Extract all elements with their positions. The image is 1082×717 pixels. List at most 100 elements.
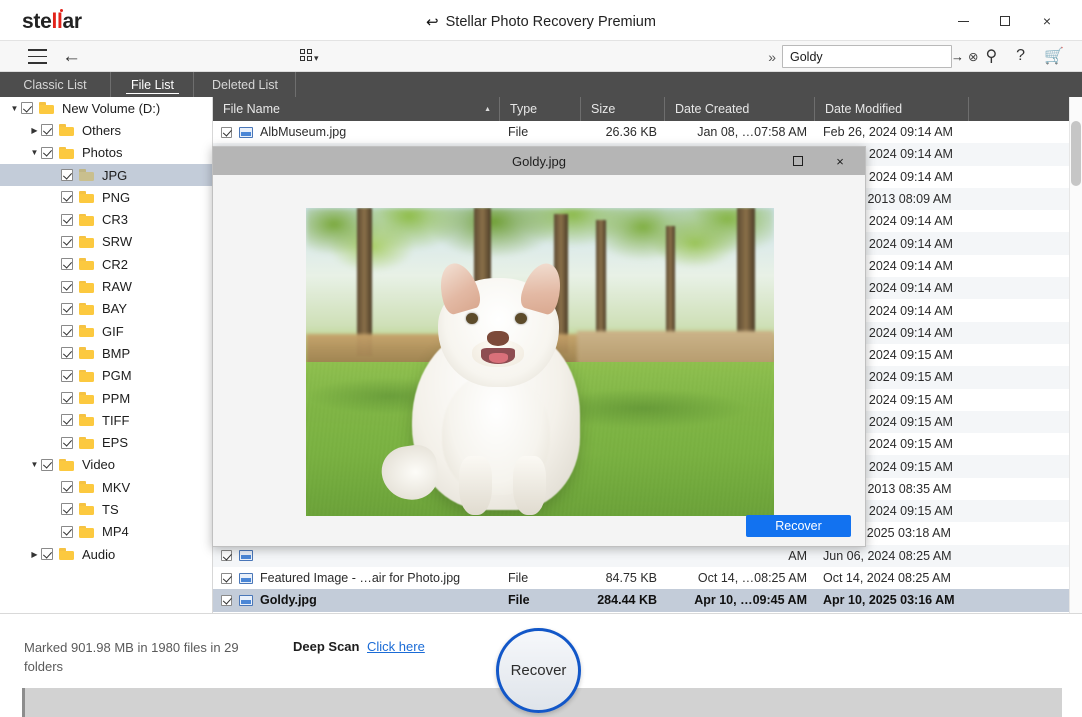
- folder-icon: [79, 414, 95, 426]
- tree-item-mp4[interactable]: MP4: [0, 521, 212, 543]
- date-created-cell: AM: [665, 549, 815, 563]
- tree-item-label: Video: [82, 457, 115, 472]
- tree-item-audio[interactable]: Audio: [0, 543, 212, 565]
- close-button[interactable]: ×: [1026, 8, 1068, 34]
- column-header-file-name[interactable]: File Name▲: [213, 97, 500, 121]
- tree-checkbox[interactable]: [61, 370, 73, 382]
- folder-tree-sidebar[interactable]: New Volume (D:)OthersPhotosJPGPNG CR3 SRWC…: [0, 97, 213, 613]
- column-header-date-modified[interactable]: Date Modified: [815, 97, 969, 121]
- maximize-button[interactable]: [984, 8, 1026, 34]
- tree-checkbox[interactable]: [61, 437, 73, 449]
- tree-item-jpg[interactable]: JPG: [0, 164, 212, 186]
- search-box[interactable]: → ⊗: [782, 45, 952, 68]
- tab-file-list[interactable]: File List: [112, 72, 194, 97]
- expand-icon[interactable]: »: [768, 49, 774, 65]
- tree-item-raw[interactable]: RAW: [0, 275, 212, 297]
- chevron-down-icon[interactable]: [8, 104, 21, 113]
- tree-item-label: RAW: [102, 279, 132, 294]
- file-size-cell: 284.44 KB: [581, 593, 665, 607]
- image-preview-dialog: Goldy.jpg ×: [212, 146, 866, 547]
- tree-item-label: PPM: [102, 391, 130, 406]
- row-checkbox[interactable]: [221, 573, 232, 584]
- tree-checkbox[interactable]: [61, 303, 73, 315]
- table-row[interactable]: AlbMuseum.jpgFile26.36 KBJan 08, …07:58 …: [213, 121, 1082, 143]
- tree-checkbox[interactable]: [61, 526, 73, 538]
- tree-checkbox[interactable]: [61, 281, 73, 293]
- tree-item-gif[interactable]: GIF: [0, 320, 212, 342]
- tree-item-new-volume-d[interactable]: New Volume (D:): [0, 97, 212, 119]
- tree-checkbox[interactable]: [41, 147, 53, 159]
- preview-maximize-button[interactable]: [777, 147, 819, 175]
- tree-item-pgm[interactable]: PGM: [0, 365, 212, 387]
- tab-deleted-list[interactable]: Deleted List: [195, 72, 296, 97]
- tree-item-bay[interactable]: BAY: [0, 298, 212, 320]
- vertical-scrollbar[interactable]: [1069, 97, 1082, 613]
- chevron-right-icon[interactable]: [28, 550, 41, 559]
- scrollbar-thumb[interactable]: [1071, 121, 1081, 186]
- column-header-size[interactable]: Size: [581, 97, 665, 121]
- tree-item-cr2[interactable]: CR2: [0, 253, 212, 275]
- preview-recover-button[interactable]: Recover: [746, 515, 851, 537]
- tree-item-cr3[interactable]: CR3: [0, 208, 212, 230]
- search-clear-icon[interactable]: ⊗: [968, 49, 978, 64]
- date-created-cell: Jan 08, …07:58 AM: [665, 125, 815, 139]
- hamburger-menu-icon[interactable]: [28, 49, 47, 64]
- key-icon[interactable]: ⚲: [985, 46, 997, 66]
- tree-item-bmp[interactable]: BMP: [0, 342, 212, 364]
- cart-icon[interactable]: 🛒: [1044, 46, 1064, 66]
- tree-checkbox[interactable]: [61, 481, 73, 493]
- deep-scan-link[interactable]: Click here: [367, 639, 425, 654]
- tree-checkbox[interactable]: [61, 503, 73, 515]
- tree-checkbox[interactable]: [61, 236, 73, 248]
- folder-icon: [79, 437, 95, 449]
- recover-button[interactable]: Recover: [496, 628, 581, 713]
- tree-item-label: CR3: [102, 212, 128, 227]
- chevron-down-icon[interactable]: [28, 460, 41, 469]
- tree-item-ppm[interactable]: PPM: [0, 387, 212, 409]
- tree-checkbox[interactable]: [61, 258, 73, 270]
- search-go-icon[interactable]: →: [951, 49, 964, 64]
- row-checkbox[interactable]: [221, 127, 232, 138]
- tree-item-ts[interactable]: TS: [0, 498, 212, 520]
- tree-item-photos[interactable]: Photos: [0, 142, 212, 164]
- row-checkbox[interactable]: [221, 595, 232, 606]
- tree-checkbox[interactable]: [61, 392, 73, 404]
- tree-checkbox[interactable]: [41, 548, 53, 560]
- tree-checkbox[interactable]: [61, 347, 73, 359]
- table-row[interactable]: Goldy.jpgFile284.44 KBApr 10, …09:45 AMA…: [213, 589, 1082, 611]
- tree-item-tiff[interactable]: TIFF: [0, 409, 212, 431]
- tree-item-png[interactable]: PNG: [0, 186, 212, 208]
- tree-item-mkv[interactable]: MKV: [0, 476, 212, 498]
- tab-classic-list[interactable]: Classic List: [0, 72, 111, 97]
- file-name-label: Featured Image - …air for Photo.jpg: [260, 571, 460, 585]
- tree-checkbox[interactable]: [61, 325, 73, 337]
- tree-checkbox[interactable]: [61, 414, 73, 426]
- tree-checkbox[interactable]: [61, 214, 73, 226]
- column-header-type[interactable]: Type: [500, 97, 581, 121]
- help-icon[interactable]: ?: [1016, 47, 1025, 65]
- table-row[interactable]: Featured Image - …air for Photo.jpgFile8…: [213, 567, 1082, 589]
- preview-title-bar: Goldy.jpg ×: [213, 147, 865, 175]
- tree-item-video[interactable]: Video: [0, 454, 212, 476]
- minimize-button[interactable]: [942, 8, 984, 34]
- chevron-down-icon[interactable]: [28, 148, 41, 157]
- tree-checkbox[interactable]: [41, 459, 53, 471]
- tree-checkbox[interactable]: [61, 169, 73, 181]
- tree-item-srw[interactable]: SRW: [0, 231, 212, 253]
- folder-icon: [79, 370, 95, 382]
- tree-checkbox[interactable]: [41, 124, 53, 136]
- column-header-date-created[interactable]: Date Created: [665, 97, 815, 121]
- image-file-icon: [239, 127, 253, 138]
- preview-close-button[interactable]: ×: [819, 147, 861, 175]
- tree-checkbox[interactable]: [61, 191, 73, 203]
- folder-icon: [79, 347, 95, 359]
- back-icon[interactable]: ←: [62, 48, 81, 65]
- tree-item-others[interactable]: Others: [0, 119, 212, 141]
- tree-checkbox[interactable]: [21, 102, 33, 114]
- tree-item-eps[interactable]: EPS: [0, 431, 212, 453]
- grid-view-icon[interactable]: ▾: [300, 49, 319, 64]
- search-input[interactable]: [790, 50, 951, 64]
- row-checkbox[interactable]: [221, 550, 232, 561]
- title-bar: stellar ↩Stellar Photo Recovery Premium …: [0, 0, 1082, 40]
- chevron-right-icon[interactable]: [28, 126, 41, 135]
